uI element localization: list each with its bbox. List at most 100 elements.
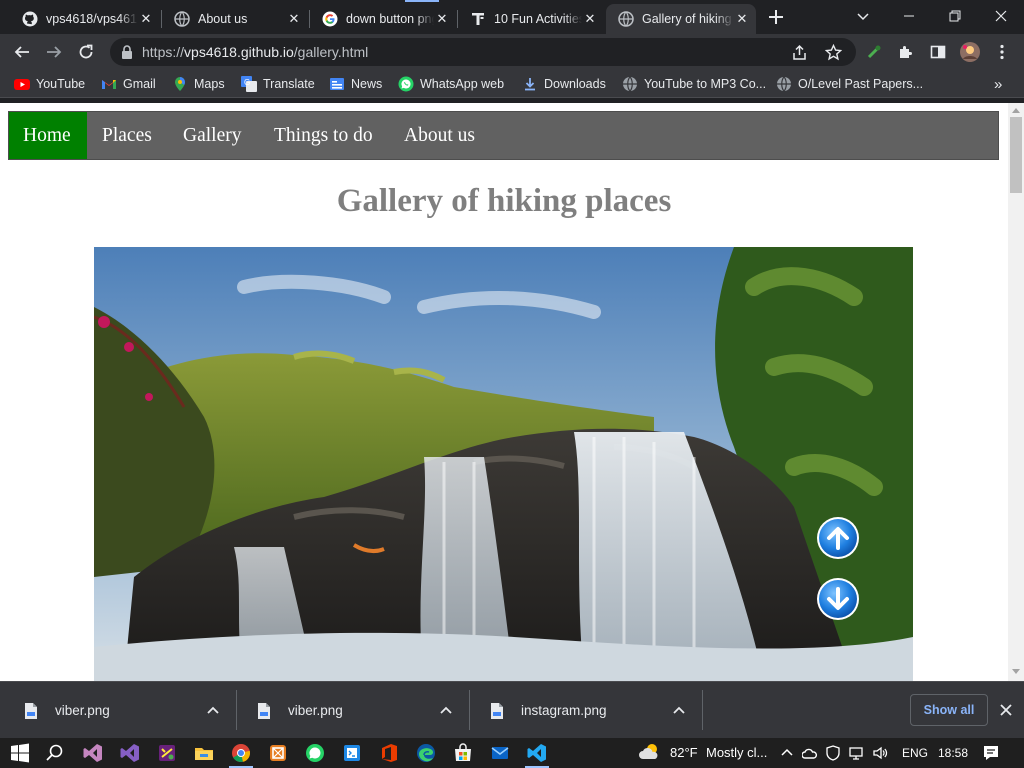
close-tab-icon[interactable]: ✕ <box>734 11 750 27</box>
page-scrollbar[interactable] <box>1008 103 1024 681</box>
download-item[interactable]: viber.png <box>24 682 110 739</box>
lock-icon[interactable] <box>121 45 133 59</box>
back-button[interactable] <box>10 40 34 64</box>
globe-icon <box>618 11 634 27</box>
chevron-up-icon[interactable] <box>779 744 795 760</box>
bookmarks-overflow-button[interactable]: » <box>994 75 1002 93</box>
bookmark-whatsapp[interactable]: WhatsApp web <box>398 75 504 93</box>
side-panel-button[interactable] <box>926 40 950 64</box>
download-item[interactable]: viber.png <box>257 682 343 739</box>
office-icon[interactable] <box>379 743 399 763</box>
scroll-arrow-up-icon[interactable] <box>1012 107 1020 113</box>
terminal-app-icon[interactable] <box>342 743 362 763</box>
weather-temp[interactable]: 82°F <box>670 745 698 760</box>
bookmark-youtube[interactable]: YouTube <box>14 75 85 93</box>
new-tab-button[interactable] <box>764 5 788 29</box>
page-title: Gallery of hiking places <box>336 183 672 219</box>
tab-fun-activities[interactable]: 10 Fun Activities ✕ <box>458 4 604 34</box>
bookmark-olevel[interactable]: O/Level Past Papers... <box>776 75 923 93</box>
tool-app-icon[interactable] <box>157 743 177 763</box>
extension-button[interactable] <box>862 40 886 64</box>
nav-home[interactable]: Home <box>9 112 87 159</box>
chrome-icon[interactable] <box>231 743 251 763</box>
reload-button[interactable] <box>74 40 98 64</box>
news-icon <box>330 78 344 90</box>
close-icon[interactable] <box>996 700 1016 720</box>
chrome-menu-button[interactable] <box>990 40 1014 64</box>
arrow-right-icon <box>47 46 62 58</box>
tab-title: Gallery of hiking places <box>642 12 734 26</box>
onedrive-icon[interactable] <box>802 745 818 761</box>
sublime-app-icon[interactable] <box>268 743 288 763</box>
restore-button[interactable] <box>932 0 978 32</box>
bookmark-downloads[interactable]: Downloads <box>522 75 606 93</box>
security-shield-icon[interactable] <box>825 745 841 761</box>
input-language[interactable]: ENG <box>902 746 928 760</box>
store-icon[interactable] <box>453 743 473 763</box>
bookmark-maps[interactable]: Maps <box>172 75 225 93</box>
tab-about-us[interactable]: About us ✕ <box>162 4 308 34</box>
bookmark-translate[interactable]: G Translate <box>241 75 315 93</box>
clock-time[interactable]: 18:58 <box>938 746 968 760</box>
show-all-downloads-button[interactable]: Show all <box>910 694 988 726</box>
tab-gallery-active[interactable]: Gallery of hiking places ✕ <box>606 4 756 34</box>
tab-github[interactable]: vps4618/vps4618.github.io ✕ <box>10 4 160 34</box>
double-chevron-right-icon: » <box>994 75 1003 93</box>
download-filename: instagram.png <box>521 703 607 718</box>
download-icon <box>525 78 535 91</box>
reload-icon <box>79 44 93 59</box>
close-tab-icon[interactable]: ✕ <box>286 11 302 27</box>
scroll-arrow-down-icon[interactable] <box>1012 669 1020 675</box>
download-divider <box>236 690 237 730</box>
volume-icon[interactable] <box>872 745 888 761</box>
tab-search-button[interactable] <box>840 0 886 32</box>
close-tab-icon[interactable]: ✕ <box>582 11 598 27</box>
tab-google-search[interactable]: down button png ✕ <box>310 4 456 34</box>
nav-gallery[interactable]: Gallery <box>183 112 241 159</box>
close-tab-icon[interactable]: ✕ <box>138 11 154 27</box>
weather-condition[interactable]: Mostly cl... <box>706 745 767 760</box>
plus-icon <box>769 10 783 24</box>
whatsapp-icon[interactable] <box>305 743 325 763</box>
chevron-up-icon[interactable] <box>671 702 687 718</box>
waterfall-photo <box>94 247 913 681</box>
file-icon <box>25 702 37 719</box>
address-bar[interactable]: https://vps4618.github.io/gallery.html <box>110 38 856 66</box>
edge-icon[interactable] <box>416 743 436 763</box>
close-window-button[interactable] <box>978 0 1024 32</box>
url-text[interactable]: https://vps4618.github.io/gallery.html <box>142 44 368 60</box>
forward-button[interactable] <box>42 40 66 64</box>
nav-things-to-do[interactable]: Things to do <box>274 112 373 159</box>
share-icon[interactable] <box>791 44 808 61</box>
visual-studio-icon[interactable] <box>120 743 140 763</box>
nav-about-us[interactable]: About us <box>404 112 475 159</box>
notification-icon[interactable] <box>982 744 1000 762</box>
mail-icon[interactable] <box>490 743 510 763</box>
cloud-sun-icon[interactable] <box>638 742 662 762</box>
extensions-menu-button[interactable] <box>894 40 918 64</box>
bookmarks-bar: YouTube Gmail Maps G Translate News What… <box>0 70 1024 98</box>
star-icon[interactable] <box>825 44 842 61</box>
chevron-up-icon[interactable] <box>438 702 454 718</box>
search-icon[interactable] <box>45 743 65 763</box>
bookmark-news[interactable]: News <box>329 75 382 93</box>
download-divider <box>469 690 470 730</box>
chevron-up-icon[interactable] <box>205 702 221 718</box>
close-tab-icon[interactable]: ✕ <box>434 11 450 27</box>
file-explorer-icon[interactable] <box>194 743 214 763</box>
scroll-up-button[interactable] <box>816 516 860 560</box>
windows-start-icon[interactable] <box>10 743 30 763</box>
bookmark-youtube-mp3[interactable]: YouTube to MP3 Co... <box>622 75 766 93</box>
vscode-icon[interactable] <box>527 743 547 763</box>
download-item[interactable]: instagram.png <box>490 682 607 739</box>
bookmark-gmail[interactable]: Gmail <box>101 75 156 93</box>
profile-button[interactable] <box>958 40 982 64</box>
windows-taskbar: 82°F Mostly cl... ENG 18:58 <box>0 738 1024 768</box>
scrollbar-thumb[interactable] <box>1010 117 1022 193</box>
scroll-down-button[interactable] <box>816 577 860 621</box>
visual-studio-preview-icon[interactable] <box>83 743 103 763</box>
translate-icon: G <box>241 76 257 92</box>
minimize-button[interactable] <box>886 0 932 32</box>
nav-places[interactable]: Places <box>102 112 152 159</box>
network-icon[interactable] <box>848 745 864 761</box>
